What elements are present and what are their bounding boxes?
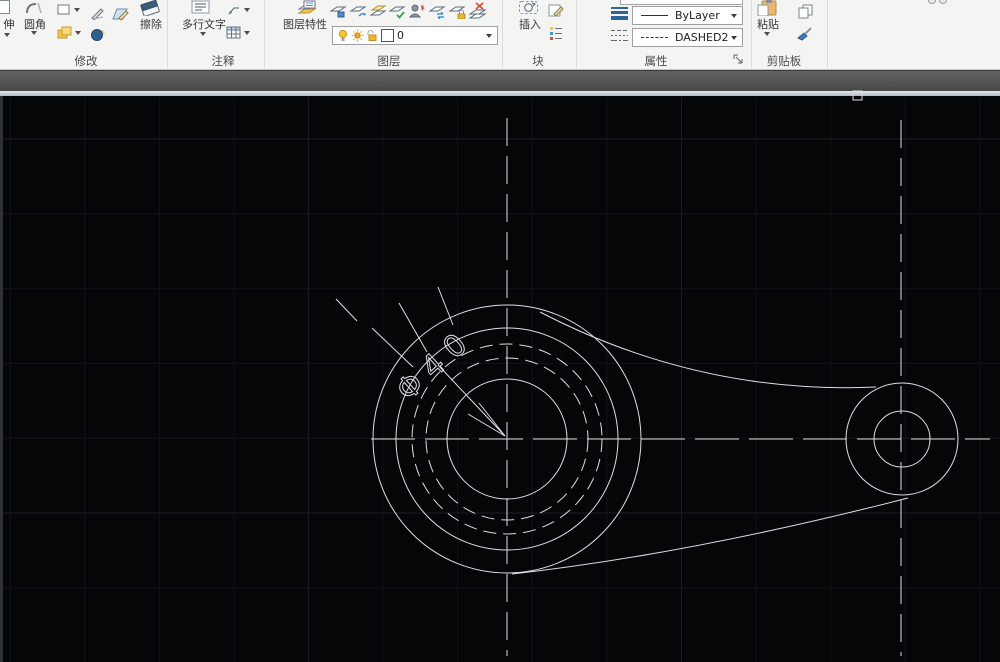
drawing-canvas[interactable]: [0, 96, 1000, 662]
layer-match-icon[interactable]: [388, 3, 406, 19]
app-window: 伸 圆角: [0, 0, 1000, 662]
table-icon[interactable]: [226, 26, 241, 40]
paste-dropdown-caret[interactable]: [764, 32, 770, 36]
panel-label-properties: 属性: [630, 53, 682, 69]
properties-dialog-launcher-icon[interactable]: [732, 53, 744, 65]
linetype-preview: [641, 37, 668, 38]
drawing-window-titlebar[interactable]: [0, 70, 1000, 91]
layer-on-bulb-icon: [337, 29, 349, 43]
lineweight-combo[interactable]: ByLayer: [632, 6, 743, 25]
lineweight-icon[interactable]: [610, 6, 629, 20]
erase-icon: [139, 0, 163, 16]
panel-label-layers: 图层: [363, 53, 415, 69]
linetype-icon[interactable]: [610, 28, 629, 43]
copy-objects-icon[interactable]: [57, 26, 73, 41]
leader-caret[interactable]: [244, 8, 250, 12]
ribbon: 伸 圆角: [0, 0, 1000, 70]
layer-thaw-sun-icon: [351, 29, 364, 42]
fillet-icon: [25, 1, 43, 14]
stretch-dropdown-caret[interactable]: [4, 33, 10, 37]
panel-divider: [167, 0, 168, 68]
edit-attribute-icon[interactable]: [548, 3, 564, 18]
hatch-edit-icon[interactable]: [111, 6, 129, 22]
panel-divider: [502, 0, 503, 68]
edit-pencil-icon[interactable]: [90, 7, 106, 20]
titlebar-dot-icon: [939, 0, 947, 4]
rectangle-tool-icon[interactable]: [57, 4, 71, 16]
current-layer-name: 0: [397, 29, 404, 42]
layer-lock-icon[interactable]: [448, 3, 466, 19]
linetype-combo-caret[interactable]: [731, 36, 737, 40]
match-properties-brush-icon[interactable]: [796, 26, 814, 41]
lineweight-value: ByLayer: [675, 9, 720, 22]
leader-icon[interactable]: [227, 4, 241, 16]
mtext-dropdown-caret[interactable]: [200, 32, 206, 36]
table-caret[interactable]: [244, 31, 250, 35]
layer-make-current-icon[interactable]: [329, 3, 347, 19]
insert-block-icon: [518, 0, 541, 15]
lineweight-combo-caret[interactable]: [731, 14, 737, 18]
panel-divider: [264, 0, 265, 68]
canvas-left-edge: [0, 96, 3, 662]
explode-icon[interactable]: [90, 27, 105, 42]
mtext-icon: [191, 0, 211, 14]
layer-properties-icon: [296, 0, 317, 15]
fillet-dropdown-caret[interactable]: [31, 31, 37, 35]
titlebar-dot-icon: [928, 0, 936, 4]
panel-label-clipboard: 剪贴板: [751, 53, 817, 69]
erase-button[interactable]: 擦除: [137, 16, 165, 32]
panel-divider: [827, 0, 828, 68]
paste-icon: [756, 0, 780, 16]
layer-color-swatch: [381, 29, 394, 42]
layer-properties-button[interactable]: 图层特性: [281, 16, 329, 32]
layer-user-icon[interactable]: [407, 2, 427, 19]
layer-sync-icon[interactable]: [428, 3, 446, 19]
layer-unlock-icon: [366, 29, 378, 42]
stretch-icon: [0, 0, 10, 14]
panel-divider: [576, 0, 577, 68]
fillet-button[interactable]: 圆角: [22, 16, 48, 32]
layer-delete-icon[interactable]: [468, 2, 488, 19]
paste-button[interactable]: 粘贴: [756, 16, 780, 32]
copy-clip-icon[interactable]: [797, 4, 814, 19]
rectangle-tool-caret[interactable]: [74, 8, 80, 12]
linetype-value: DASHED2: [675, 31, 728, 44]
layer-previous-icon[interactable]: [349, 3, 367, 19]
attribute-manager-icon[interactable]: [548, 25, 564, 41]
color-combo-partial[interactable]: [620, 0, 743, 5]
layer-isolate-icon[interactable]: [369, 3, 387, 19]
panel-label-block: 块: [512, 53, 564, 69]
copy-objects-caret[interactable]: [75, 31, 81, 35]
layer-select-combo[interactable]: 0: [332, 26, 498, 45]
panel-label-modify: 修改: [60, 53, 112, 69]
insert-button[interactable]: 插入: [518, 16, 542, 32]
mtext-button[interactable]: 多行文字: [180, 16, 228, 32]
panel-label-annotate: 注释: [197, 53, 249, 69]
linetype-combo[interactable]: DASHED2: [632, 28, 743, 47]
lineweight-preview: [641, 15, 668, 16]
stretch-button[interactable]: 伸: [1, 16, 17, 32]
layer-combo-caret[interactable]: [486, 34, 492, 38]
